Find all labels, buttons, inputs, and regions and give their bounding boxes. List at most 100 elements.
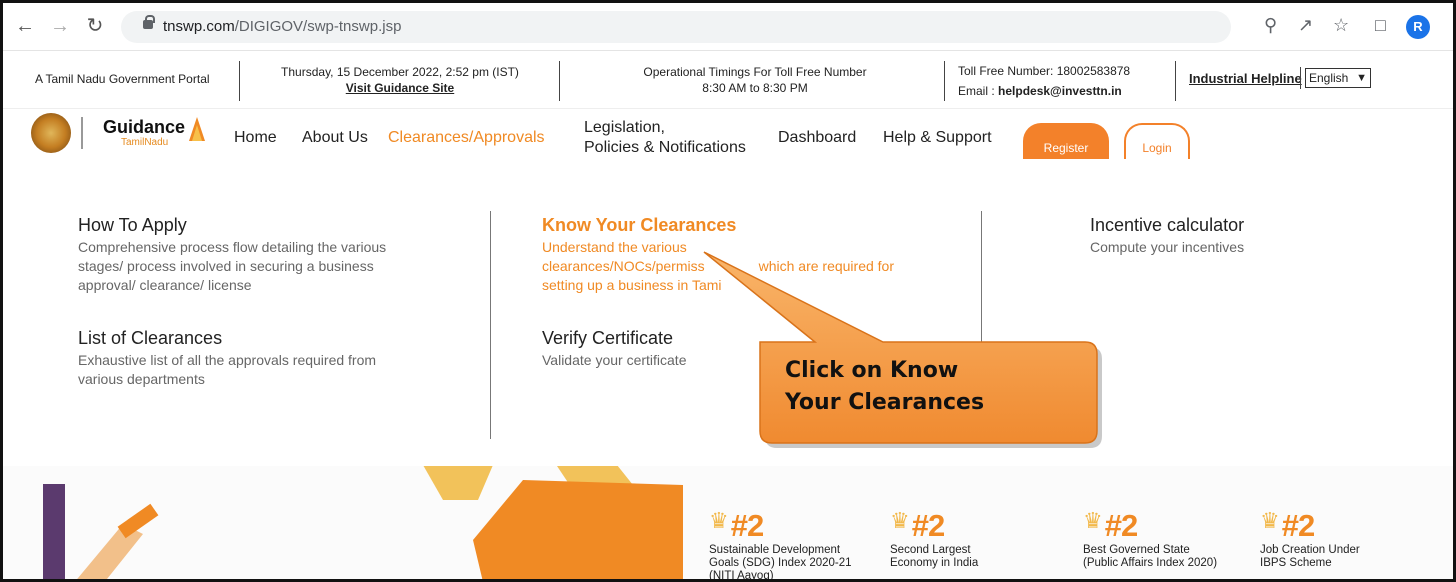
know-your-clearances-link[interactable]: Know Your Clearances bbox=[542, 215, 736, 236]
verify-certificate-desc: Validate your certificate bbox=[542, 352, 687, 368]
browser-toolbar: ← → ↻ tnswp.com/DIGIGOV/swp-tnswp.jsp ⚲ … bbox=[3, 3, 1453, 51]
lock-icon bbox=[143, 15, 155, 29]
login-button[interactable]: Login bbox=[1124, 123, 1190, 159]
list-of-clearances-desc: Exhaustive list of all the approvals req… bbox=[78, 351, 376, 389]
rank-caption: Sustainable Development Goals (SDG) Inde… bbox=[709, 544, 852, 579]
screenshot-frame: ← → ↻ tnswp.com/DIGIGOV/swp-tnswp.jsp ⚲ … bbox=[0, 0, 1456, 582]
nav-legislation-policies[interactable]: Legislation, Policies & Notifications bbox=[584, 118, 746, 158]
back-arrow-icon[interactable]: ← bbox=[13, 15, 37, 37]
zoom-icon[interactable]: ⚲ bbox=[1264, 15, 1277, 36]
timings-block: Operational Timings For Toll Free Number… bbox=[599, 64, 911, 96]
guidance-logo-text[interactable]: Guidance bbox=[103, 117, 185, 138]
guidance-flame-icon bbox=[189, 117, 205, 141]
nav-legislation-line2: Policies & Notifications bbox=[584, 139, 746, 156]
ranking-item: ♛#2 Sustainable Development Goals (SDG) … bbox=[709, 508, 852, 579]
rank-caption: Job Creation Under IBPS Scheme bbox=[1260, 544, 1360, 570]
trophy-icon: ♛ bbox=[709, 508, 729, 533]
register-button[interactable]: Register bbox=[1023, 123, 1109, 159]
list-of-clearances-link[interactable]: List of Clearances bbox=[78, 328, 222, 349]
rank-caption: Best Governed State (Public Affairs Inde… bbox=[1083, 544, 1217, 570]
reload-icon[interactable]: ↻ bbox=[83, 15, 107, 37]
caption-line: IBPS Scheme bbox=[1260, 557, 1332, 569]
callout-text: Click on Know Your Clearances bbox=[785, 355, 1075, 419]
incentive-calculator-desc: Compute your incentives bbox=[1090, 239, 1245, 255]
ranking-item: ♛#2 Second Largest Economy in India bbox=[890, 508, 978, 570]
ranking-item: ♛#2 Job Creation Under IBPS Scheme bbox=[1260, 508, 1360, 570]
desc-fragment: which are required for bbox=[758, 258, 895, 274]
datetime-block: Thursday, 15 December 2022, 2:52 pm (IST… bbox=[255, 64, 545, 96]
address-bar[interactable]: tnswp.com/DIGIGOV/swp-tnswp.jsp bbox=[121, 11, 1231, 43]
how-to-apply-desc: Comprehensive process flow detailing the… bbox=[78, 238, 386, 295]
banner-illustration bbox=[43, 484, 159, 579]
bookmark-star-icon[interactable]: ☆ bbox=[1333, 15, 1349, 36]
divider bbox=[944, 61, 945, 101]
nav-home[interactable]: Home bbox=[234, 129, 277, 147]
know-your-clearances-desc: Understand the various clearances/NOCs/p… bbox=[542, 238, 894, 295]
rank-number: #2 bbox=[1281, 508, 1315, 543]
url-path: /DIGIGOV/swp-tnswp.jsp bbox=[234, 18, 402, 35]
rank-number: #2 bbox=[911, 508, 945, 543]
language-select[interactable]: English ▼ bbox=[1305, 68, 1371, 88]
share-icon[interactable]: ↗ bbox=[1298, 15, 1313, 36]
side-panel-icon[interactable]: □ bbox=[1375, 15, 1386, 36]
ranking-item: ♛#2 Best Governed State (Public Affairs … bbox=[1083, 508, 1217, 570]
rank-caption: Second Largest Economy in India bbox=[890, 544, 978, 570]
datetime-text: Thursday, 15 December 2022, 2:52 pm (IST… bbox=[281, 65, 519, 79]
caption-line: Goals (SDG) Index 2020-21 bbox=[709, 557, 852, 569]
desc-line: clearances/NOCs/permiss which are require… bbox=[542, 257, 894, 276]
verify-certificate-link[interactable]: Verify Certificate bbox=[542, 328, 673, 349]
trophy-icon: ♛ bbox=[1083, 508, 1103, 533]
url-domain: tnswp.com bbox=[163, 18, 235, 35]
forward-arrow-icon[interactable]: → bbox=[48, 15, 72, 37]
caption-line: Job Creation Under bbox=[1260, 544, 1360, 556]
menu-column-divider bbox=[490, 211, 491, 439]
contact-block: Toll Free Number: 18002583878 Email : he… bbox=[958, 61, 1130, 101]
tn-emblem-logo[interactable] bbox=[31, 113, 71, 153]
caption-line: Best Governed State bbox=[1083, 544, 1190, 556]
caption-line: (Public Affairs Index 2020) bbox=[1083, 557, 1218, 569]
divider bbox=[1300, 67, 1301, 89]
portal-label: A Tamil Nadu Government Portal bbox=[35, 72, 210, 86]
email-line: Email : helpdesk@investtn.in bbox=[958, 81, 1130, 101]
nav-legislation-line1: Legislation, bbox=[584, 119, 665, 136]
nav-dashboard[interactable]: Dashboard bbox=[778, 129, 856, 147]
profile-avatar[interactable]: R bbox=[1406, 15, 1430, 39]
divider bbox=[239, 61, 240, 101]
desc-line: setting up a business in Tami bbox=[542, 277, 722, 293]
callout-line: Click on Know bbox=[785, 358, 959, 383]
logo-divider bbox=[81, 117, 83, 149]
desc-line: various departments bbox=[78, 371, 205, 387]
desc-line: Exhaustive list of all the approvals req… bbox=[78, 352, 377, 368]
desc-line: Comprehensive process flow detailing the… bbox=[78, 239, 387, 255]
language-value: English bbox=[1309, 71, 1349, 85]
industrial-helpline-link[interactable]: Industrial Helpline bbox=[1189, 71, 1302, 86]
caption-line: Economy in India bbox=[890, 557, 979, 569]
nav-about-us[interactable]: About Us bbox=[302, 129, 368, 147]
incentive-calculator-link[interactable]: Incentive calculator bbox=[1090, 215, 1244, 236]
rank-number: #2 bbox=[730, 508, 764, 543]
timings-title: Operational Timings For Toll Free Number bbox=[643, 65, 867, 79]
caption-line: Sustainable Development bbox=[709, 544, 841, 556]
timings-hours: 8:30 AM to 8:30 PM bbox=[702, 81, 808, 95]
url-text[interactable]: tnswp.com/DIGIGOV/swp-tnswp.jsp bbox=[163, 18, 401, 35]
desc-line: stages/ process involved in securing a b… bbox=[78, 258, 374, 274]
chevron-down-icon: ▼ bbox=[1356, 72, 1367, 84]
toll-free-number: Toll Free Number: 18002583878 bbox=[958, 64, 1131, 78]
desc-fragment: clearances/NOCs/permiss bbox=[542, 258, 705, 274]
desc-line: approval/ clearance/ license bbox=[78, 277, 252, 293]
main-navigation: Guidance TamilNadu Home About Us Clearan… bbox=[3, 109, 1453, 159]
government-info-bar: A Tamil Nadu Government Portal Thursday,… bbox=[3, 51, 1453, 109]
visit-guidance-link[interactable]: Visit Guidance Site bbox=[255, 80, 545, 96]
how-to-apply-link[interactable]: How To Apply bbox=[78, 215, 187, 236]
nav-clearances-approvals[interactable]: Clearances/Approvals bbox=[388, 129, 545, 147]
desc-line: Understand the various bbox=[542, 239, 687, 255]
email-label: Email : bbox=[958, 84, 995, 98]
divider bbox=[1175, 61, 1176, 101]
nav-help-support[interactable]: Help & Support bbox=[883, 129, 992, 147]
callout-line: Your Clearances bbox=[785, 390, 985, 415]
rankings-banner: ♛#2 Sustainable Development Goals (SDG) … bbox=[3, 466, 1453, 579]
rank-number: #2 bbox=[1104, 508, 1138, 543]
trophy-icon: ♛ bbox=[890, 508, 910, 533]
email-link[interactable]: helpdesk@investtn.in bbox=[998, 84, 1122, 98]
tamil-nadu-map-graphic bbox=[423, 466, 683, 579]
